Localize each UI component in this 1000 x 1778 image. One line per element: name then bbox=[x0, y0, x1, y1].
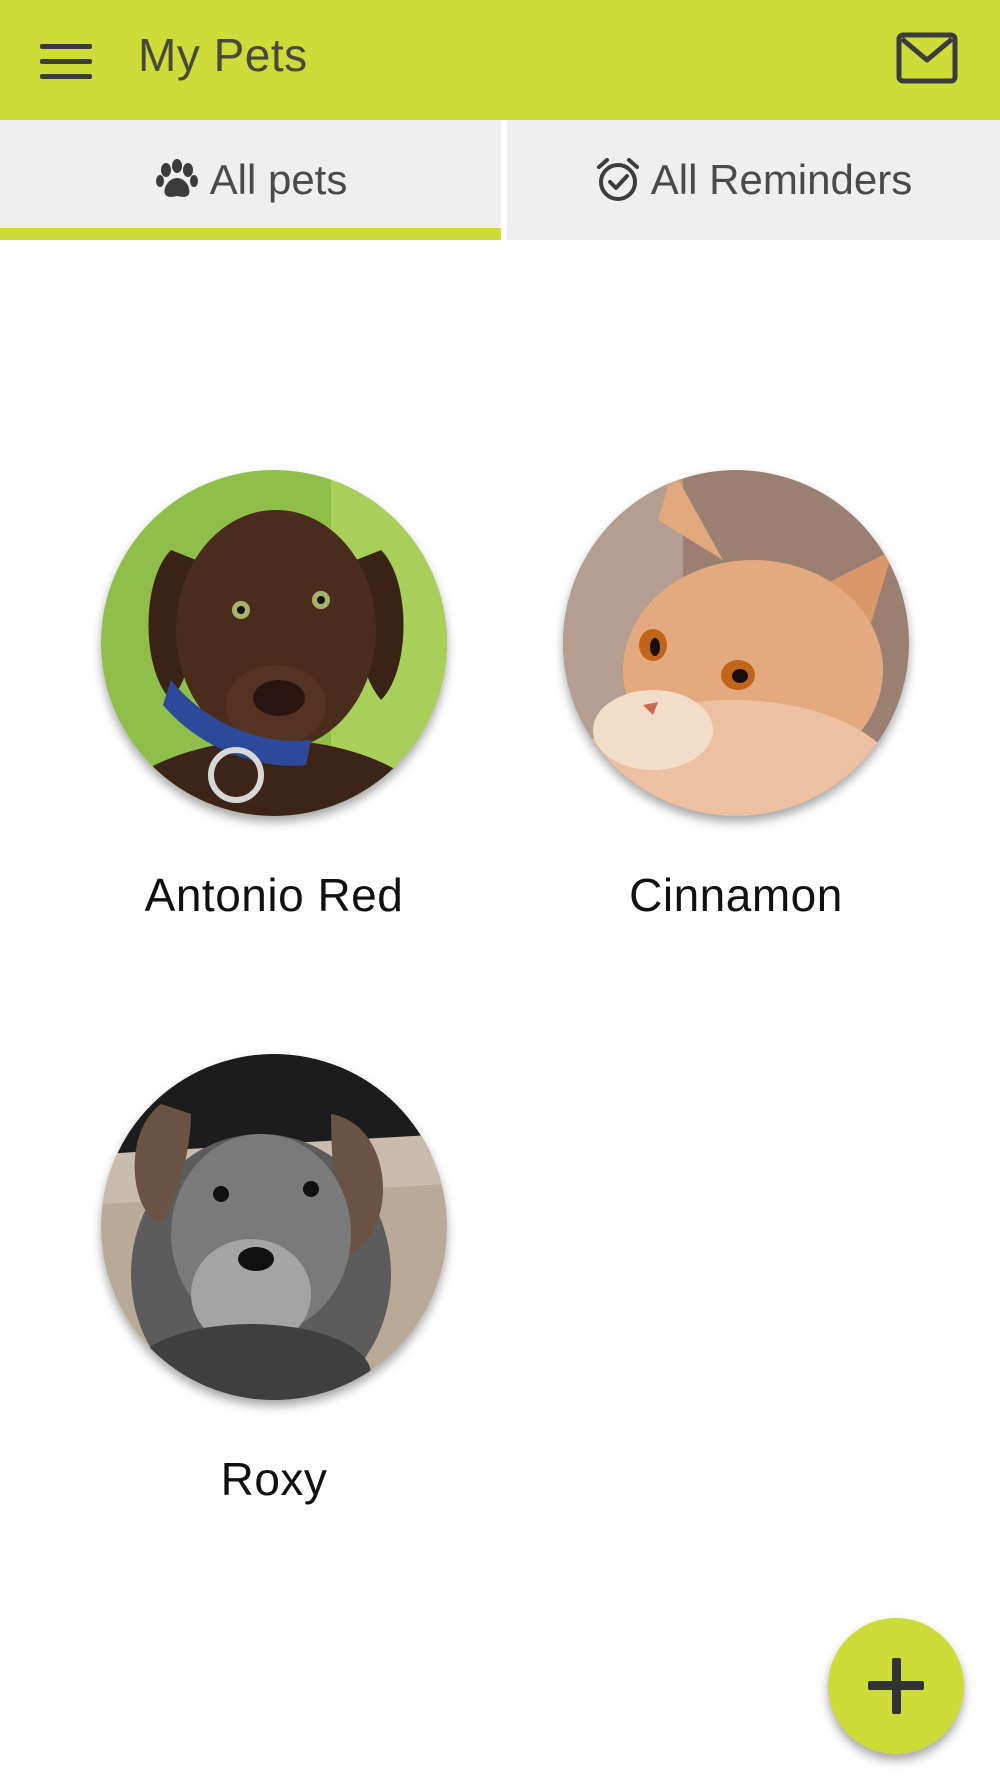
pet-photo-puppy bbox=[101, 1054, 447, 1400]
pet-card-antonio-red[interactable]: Antonio Red bbox=[94, 470, 454, 922]
tab-label: All pets bbox=[209, 156, 348, 203]
pet-photo-dog bbox=[101, 470, 447, 816]
tab-selected-indicator bbox=[0, 228, 501, 240]
pet-name: Antonio Red bbox=[144, 869, 404, 921]
tab-label: All Reminders bbox=[650, 156, 913, 203]
hamburger-menu-icon[interactable] bbox=[40, 44, 92, 80]
add-pet-button[interactable] bbox=[828, 1618, 964, 1754]
alarm-check-icon bbox=[596, 158, 639, 201]
page-title: My Pets bbox=[138, 29, 308, 81]
mail-icon[interactable] bbox=[896, 30, 958, 86]
pet-card-roxy[interactable]: Roxy bbox=[94, 1054, 454, 1506]
app-bar: My Pets bbox=[0, 0, 1000, 120]
pet-photo-cat bbox=[563, 470, 909, 816]
pet-card-cinnamon[interactable]: Cinnamon bbox=[556, 470, 916, 922]
tab-all-pets[interactable]: All pets bbox=[0, 120, 501, 240]
plus-icon bbox=[892, 1658, 901, 1714]
pet-name: Roxy bbox=[220, 1453, 328, 1505]
pet-name: Cinnamon bbox=[629, 869, 843, 921]
paw-icon bbox=[155, 159, 198, 197]
tab-all-reminders[interactable]: All Reminders bbox=[507, 120, 1000, 240]
tab-bar: All pets All Reminders bbox=[0, 120, 1000, 240]
